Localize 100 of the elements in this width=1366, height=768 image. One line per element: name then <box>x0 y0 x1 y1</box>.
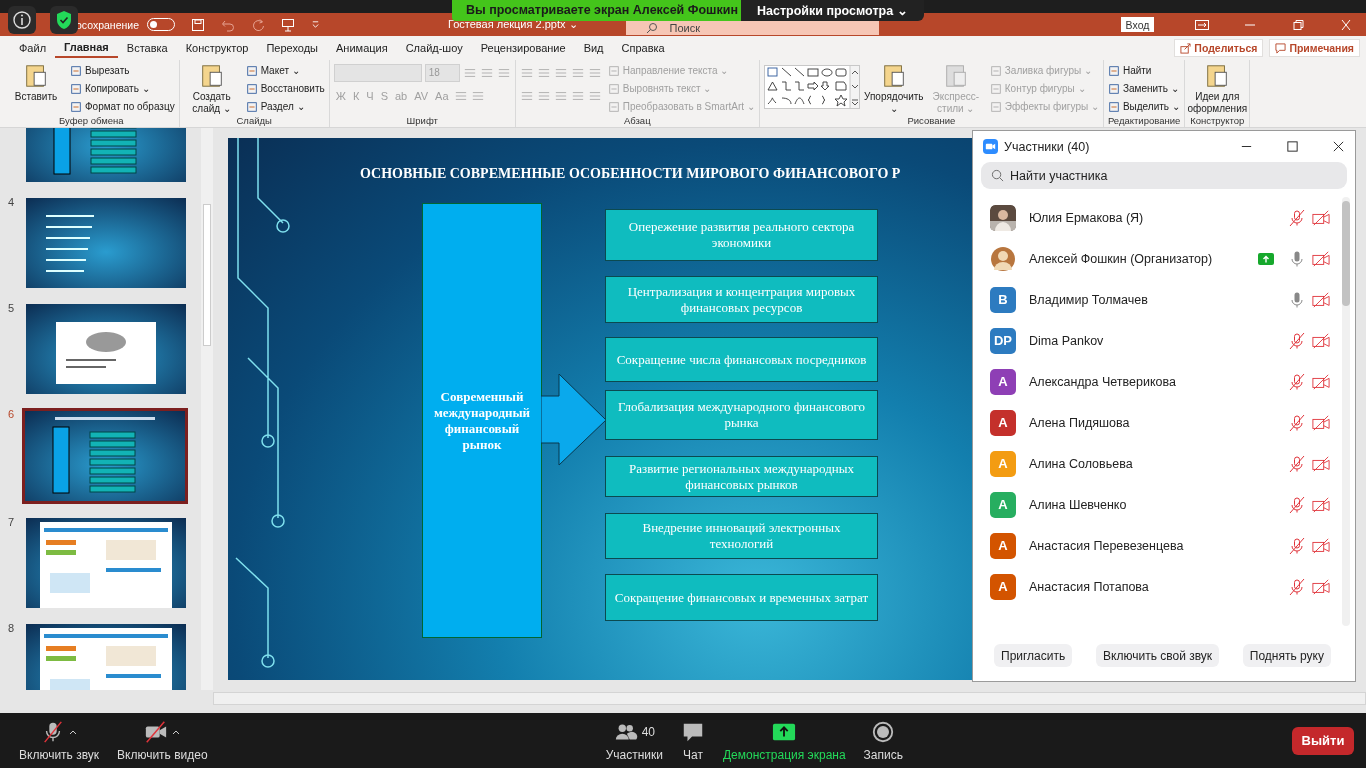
document-title[interactable]: Гостевая лекция 2.pptx ⌄ <box>448 18 578 31</box>
participant-name: Dima Pankov <box>1029 333 1104 348</box>
ribbon-tab[interactable]: Справка <box>612 39 674 57</box>
ribbon-icon <box>1107 64 1120 77</box>
caret-icon[interactable] <box>172 729 181 735</box>
feature-box: Развитие региональных международных финансовых рынков <box>605 456 878 497</box>
slide-thumbnail[interactable] <box>24 196 188 290</box>
search-field[interactable]: Поиск <box>625 21 879 35</box>
group-label: Абзац <box>622 115 652 127</box>
participant-name: Алина Шевченко <box>1029 497 1127 512</box>
ribbon-tab[interactable]: Вставка <box>117 39 177 57</box>
ribbon-button[interactable]: Идеи для оформления <box>1189 63 1246 115</box>
invite-button[interactable]: Пригласить <box>994 644 1073 667</box>
participant-name: Алина Соловьева <box>1029 456 1133 471</box>
video-off-icon <box>1312 290 1330 309</box>
video-off-icon <box>1312 577 1330 596</box>
chat-button[interactable]: Чат <box>672 719 714 762</box>
ribbon-tab[interactable]: Конструктор <box>176 39 258 57</box>
view-options-button[interactable]: Настройки просмотра ⌄ <box>741 0 924 21</box>
ribbon-button[interactable]: Формат по образцу <box>70 99 175 114</box>
avatar-initials: А <box>990 491 1016 518</box>
ribbon-button[interactable]: Вырезать <box>70 63 175 78</box>
ribbon-tab[interactable]: Рецензирование <box>471 39 575 57</box>
close-icon[interactable] <box>1332 140 1345 153</box>
group-label: Слайды <box>235 115 273 127</box>
feature-box: Внедрение инноваций электронных технологий <box>605 513 878 559</box>
slide-thumbnail[interactable] <box>24 302 188 396</box>
share-button[interactable]: Поделиться <box>1174 39 1264 57</box>
video-off-icon <box>1312 536 1330 555</box>
ribbon-icon <box>1107 82 1120 95</box>
scrollbar[interactable] <box>201 128 213 690</box>
ribbon-icon <box>245 64 258 77</box>
record-icon <box>871 720 896 744</box>
ribbon-icon <box>607 100 620 113</box>
shield-icon[interactable] <box>50 6 78 34</box>
slide-thumbnail[interactable] <box>24 516 188 610</box>
participants-button[interactable]: 40 Участники <box>596 719 672 762</box>
group-label: Рисование <box>906 115 957 127</box>
camera-icon <box>983 139 998 154</box>
ribbon-icon <box>23 63 49 89</box>
maximize-icon[interactable] <box>1286 140 1299 153</box>
ribbon-button[interactable]: Вставить <box>8 63 64 103</box>
ribbon-button[interactable]: Восстановить <box>245 81 325 96</box>
info-icon[interactable] <box>8 6 36 34</box>
slide-number: 4 <box>8 196 16 208</box>
save-icon[interactable] <box>191 17 205 32</box>
caret-icon[interactable] <box>69 729 77 735</box>
ribbon-tab[interactable]: Главная <box>55 38 118 58</box>
slide-thumbnail[interactable] <box>24 622 188 690</box>
scrollbar[interactable] <box>1342 197 1350 626</box>
share-icon <box>1180 42 1192 54</box>
scrollbar[interactable] <box>213 692 1366 705</box>
ribbon-button[interactable]: Заменить ⌄ <box>1107 81 1180 96</box>
raise-hand-button[interactable]: Поднять руку <box>1242 644 1331 667</box>
slide-number: 6 <box>8 408 16 420</box>
ribbon-tab[interactable]: Переходы <box>257 39 327 57</box>
redo-icon[interactable] <box>251 17 265 32</box>
ribbon-tab[interactable]: Слайд-шоу <box>396 39 472 57</box>
ribbon-button[interactable]: Упорядочить ⌄ <box>865 63 922 115</box>
comment-icon <box>1275 42 1287 54</box>
slide-number: 7 <box>8 516 16 528</box>
slide-thumbnail[interactable] <box>22 408 188 504</box>
ribbon-button[interactable]: Раздел ⌄ <box>245 99 325 114</box>
unmute-button[interactable]: Включить звук <box>10 719 109 762</box>
panel-title: Участники (40) <box>1004 139 1090 154</box>
participant-name: Юлия Ермакова (Я) <box>1029 210 1144 225</box>
video-off-icon <box>1312 208 1330 227</box>
ribbon-button[interactable]: Макет ⌄ <box>245 63 325 78</box>
presentation-icon[interactable] <box>281 17 295 32</box>
feature-box: Опережение развития реального сектора экономики <box>605 209 878 261</box>
ribbon-tab[interactable]: Файл <box>10 39 56 57</box>
comments-button[interactable]: Примечания <box>1269 39 1360 57</box>
muted-mic-icon <box>41 720 65 744</box>
ribbon-tab[interactable]: Вид <box>574 39 613 57</box>
unmute-button[interactable]: Включить свой звук <box>1096 644 1220 667</box>
ribbon-button[interactable]: Выделить ⌄ <box>1107 99 1180 114</box>
participant-name: Александра Четверикова <box>1029 374 1176 389</box>
ribbon-button[interactable]: Найти <box>1107 63 1180 78</box>
restore-icon[interactable] <box>1291 19 1305 30</box>
ribbon-icon <box>70 82 82 95</box>
avatar-initials: А <box>990 368 1016 395</box>
participant-search-field[interactable]: Найти участника <box>981 162 1347 189</box>
feature-box: Сокращение числа финансовых посредников <box>605 337 878 382</box>
record-button[interactable]: Запись <box>854 719 912 762</box>
avatar-initials: А <box>990 573 1016 600</box>
ribbon-tab[interactable]: Анимация <box>327 39 397 57</box>
ribbon-button[interactable]: Копировать ⌄ <box>70 81 175 96</box>
ribbon-button[interactable]: Создать слайд ⌄ <box>183 63 240 115</box>
shapes-gallery[interactable] <box>763 65 860 109</box>
avatar-initials: А <box>990 450 1016 477</box>
start-video-button[interactable]: Включить видео <box>108 719 217 762</box>
participant-name: Алена Пидяшова <box>1029 415 1130 430</box>
share-button[interactable]: Демонстрация экрана <box>714 719 855 762</box>
video-off-icon <box>1312 372 1330 391</box>
leave-button[interactable]: Выйти <box>1292 726 1354 755</box>
customize-icon[interactable] <box>311 20 320 29</box>
ribbon-display-icon[interactable] <box>1195 19 1209 30</box>
participant-name: Владимир Толмачев <box>1029 292 1148 307</box>
signin-button[interactable]: Вход <box>1121 17 1154 32</box>
feature-box: Сокращение финансовых и временных затрат <box>605 574 878 621</box>
